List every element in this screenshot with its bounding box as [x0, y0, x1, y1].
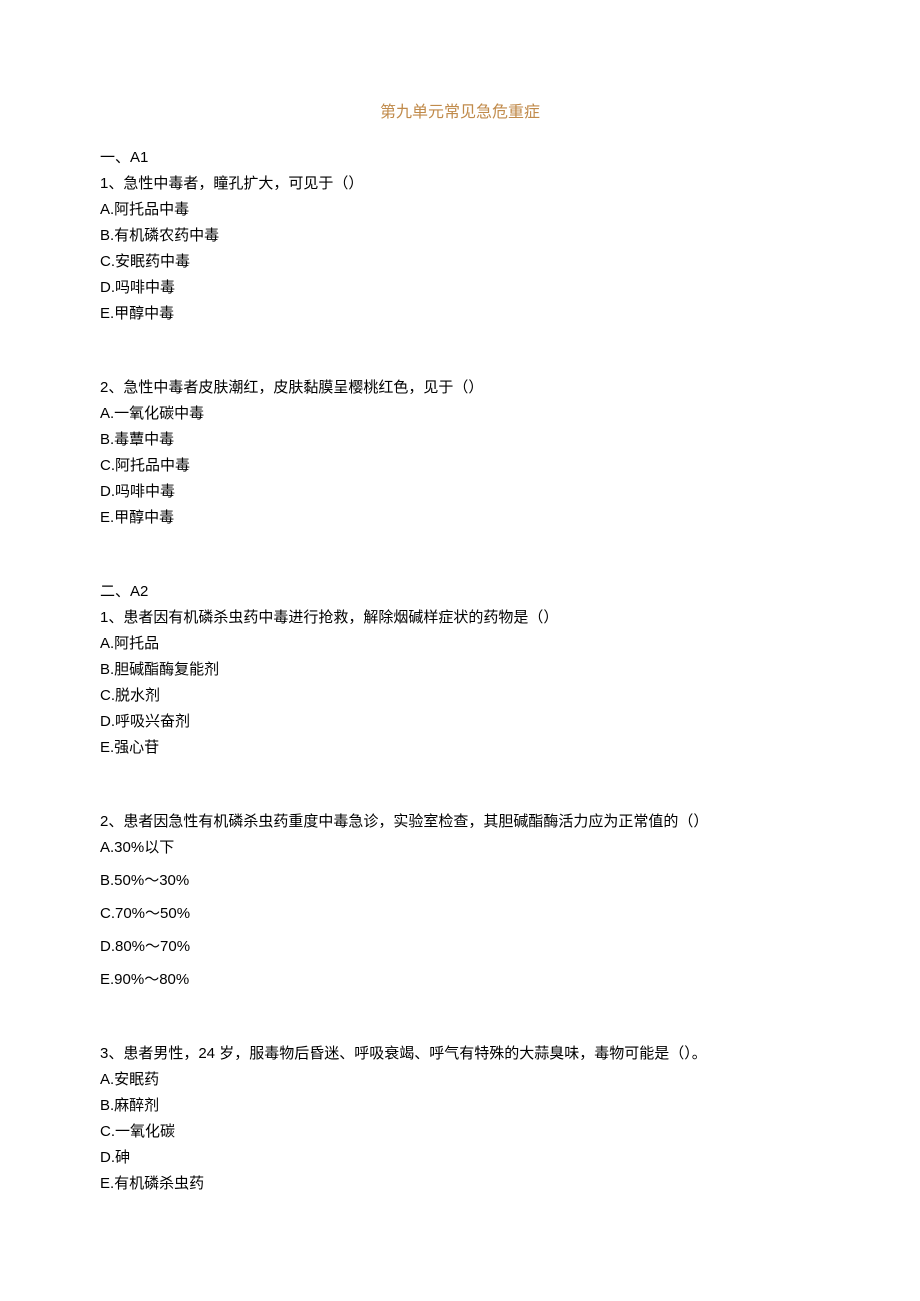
- option-c: C.阿托品中毒: [100, 454, 820, 478]
- question-stem: 1、患者因有机磷杀虫药中毒进行抢救，解除烟碱样症状的药物是（）: [100, 606, 820, 630]
- option-d: D.吗啡中毒: [100, 276, 820, 300]
- question-block: 3、患者男性，24 岁，服毒物后昏迷、呼吸衰竭、呼气有特殊的大蒜臭味，毒物可能是…: [100, 1042, 820, 1196]
- option-e: E.强心苷: [100, 736, 820, 760]
- option-e: E.90%～80%: [100, 968, 820, 992]
- document-page: 第九单元常见急危重症 一、A1 1、急性中毒者，瞳孔扩大，可见于（） A.阿托品…: [0, 0, 920, 1258]
- section-header-a1: 一、A1: [100, 146, 820, 170]
- option-a: A.一氧化碳中毒: [100, 402, 820, 426]
- option-d: D.吗啡中毒: [100, 480, 820, 504]
- question-block: 1、急性中毒者，瞳孔扩大，可见于（） A.阿托品中毒 B.有机磷农药中毒 C.安…: [100, 172, 820, 326]
- question-stem: 2、患者因急性有机磷杀虫药重度中毒急诊，实验室检查，其胆碱酯酶活力应为正常值的（…: [100, 810, 820, 834]
- option-a: A.阿托品: [100, 632, 820, 656]
- section-header-a2: 二、A2: [100, 580, 820, 604]
- option-b: B.毒蕈中毒: [100, 428, 820, 452]
- option-b: B.麻醉剂: [100, 1094, 820, 1118]
- question-block: 2、急性中毒者皮肤潮红，皮肤黏膜呈樱桃红色，见于（） A.一氧化碳中毒 B.毒蕈…: [100, 376, 820, 530]
- question-stem: 3、患者男性，24 岁，服毒物后昏迷、呼吸衰竭、呼气有特殊的大蒜臭味，毒物可能是…: [100, 1042, 820, 1066]
- option-d: D.砷: [100, 1146, 820, 1170]
- option-b: B.胆碱酯酶复能剂: [100, 658, 820, 682]
- option-e: E.甲醇中毒: [100, 302, 820, 326]
- option-a: A.阿托品中毒: [100, 198, 820, 222]
- option-c: C.一氧化碳: [100, 1120, 820, 1144]
- question-stem: 1、急性中毒者，瞳孔扩大，可见于（）: [100, 172, 820, 196]
- option-b: B.有机磷农药中毒: [100, 224, 820, 248]
- question-block: 1、患者因有机磷杀虫药中毒进行抢救，解除烟碱样症状的药物是（） A.阿托品 B.…: [100, 606, 820, 760]
- option-b: B.50%～30%: [100, 869, 820, 893]
- option-d: D.80%～70%: [100, 935, 820, 959]
- option-c: C.脱水剂: [100, 684, 820, 708]
- option-c: C.70%～50%: [100, 902, 820, 926]
- option-e: E.甲醇中毒: [100, 506, 820, 530]
- page-title: 第九单元常见急危重症: [100, 100, 820, 126]
- question-block: 2、患者因急性有机磷杀虫药重度中毒急诊，实验室检查，其胆碱酯酶活力应为正常值的（…: [100, 810, 820, 992]
- option-d: D.呼吸兴奋剂: [100, 710, 820, 734]
- option-a: A.30%以下: [100, 836, 820, 860]
- option-c: C.安眠药中毒: [100, 250, 820, 274]
- option-a: A.安眠药: [100, 1068, 820, 1092]
- option-e: E.有机磷杀虫药: [100, 1172, 820, 1196]
- question-stem: 2、急性中毒者皮肤潮红，皮肤黏膜呈樱桃红色，见于（）: [100, 376, 820, 400]
